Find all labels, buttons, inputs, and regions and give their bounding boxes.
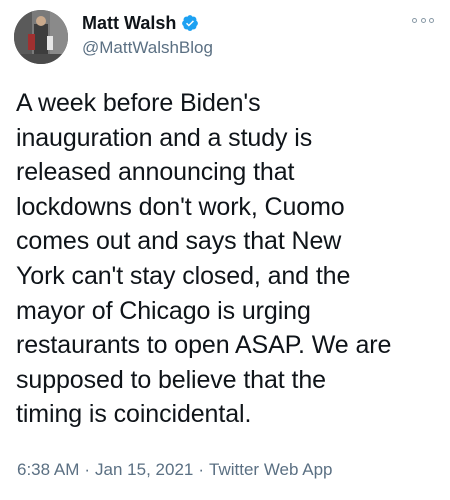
- dot-icon: [420, 17, 426, 23]
- author-handle[interactable]: @MattWalshBlog: [82, 37, 213, 59]
- tweet-meta: 6:38 AM · Jan 15, 2021 · Twitter Web App: [17, 459, 333, 481]
- meta-separator: ·: [84, 460, 91, 479]
- more-options-icon[interactable]: [412, 14, 434, 26]
- tweet-text: A week before Biden's inauguration and a…: [16, 89, 392, 429]
- dot-icon: [412, 17, 417, 23]
- author-name-row: Matt Walsh: [82, 12, 199, 34]
- tweet-source[interactable]: Twitter Web App: [209, 459, 332, 481]
- profile-photo-icon: [14, 10, 68, 64]
- meta-separator: ·: [198, 460, 205, 479]
- verified-badge-icon: [181, 14, 199, 32]
- display-name[interactable]: Matt Walsh: [82, 12, 176, 34]
- tweet-card: Matt Walsh @MattWalshBlog A week before …: [0, 0, 450, 500]
- tweet-date[interactable]: Jan 15, 2021: [95, 459, 193, 481]
- avatar[interactable]: [14, 10, 68, 64]
- dot-icon: [429, 17, 434, 23]
- tweet-time[interactable]: 6:38 AM: [17, 459, 79, 481]
